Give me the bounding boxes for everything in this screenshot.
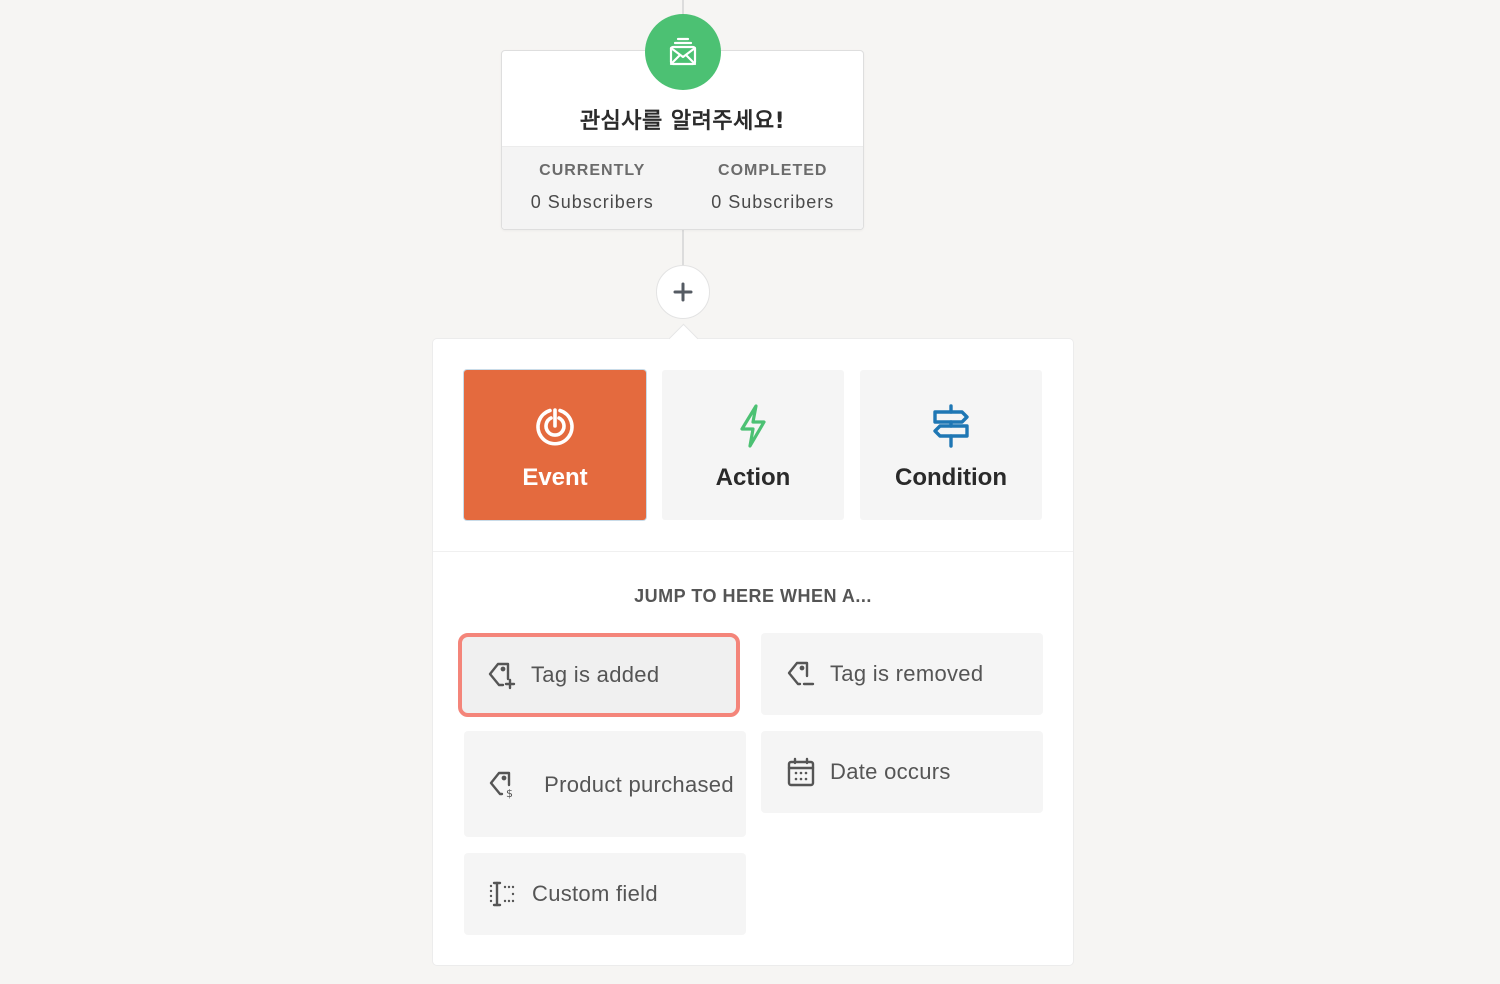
tab-label: Action	[715, 464, 791, 491]
option-tag-removed[interactable]: Tag is removed	[761, 633, 1043, 715]
option-label: Product purchased	[544, 771, 734, 797]
text-field-icon	[488, 879, 518, 909]
step-type-panel: Event Action Condition JUMP TO HERE WHEN…	[433, 339, 1073, 965]
panel-divider	[433, 551, 1073, 552]
stat-label: COMPLETED	[718, 162, 828, 179]
node-stats: CURRENTLY 0 Subscribers COMPLETED 0 Subs…	[502, 146, 863, 229]
plus-icon	[673, 282, 693, 302]
tag-add-icon	[487, 660, 517, 690]
tab-label: Event	[522, 464, 588, 491]
email-stack-icon	[645, 14, 721, 90]
signpost-icon	[931, 402, 971, 450]
tab-condition[interactable]: Condition	[860, 370, 1042, 520]
stat-value: 0 Subscribers	[711, 192, 835, 212]
tag-remove-icon	[786, 659, 816, 689]
tab-action[interactable]: Action	[662, 370, 844, 520]
jump-heading: JUMP TO HERE WHEN A...	[634, 586, 872, 606]
stat-completed: COMPLETED 0 Subscribers	[683, 147, 864, 229]
target-icon	[533, 402, 577, 450]
option-product-purchased[interactable]: $ Product purchased	[464, 731, 746, 837]
tag-dollar-icon: $	[488, 769, 518, 799]
tab-label: Condition	[895, 464, 1007, 491]
stat-label: CURRENTLY	[539, 162, 646, 179]
option-label: Date occurs	[830, 759, 951, 784]
svg-text:$: $	[506, 787, 513, 799]
option-label: Custom field	[532, 881, 658, 906]
lightning-icon	[736, 402, 770, 450]
option-date-occurs[interactable]: Date occurs	[761, 731, 1043, 813]
option-label: Tag is removed	[830, 661, 984, 686]
option-tag-added[interactable]: Tag is added	[458, 633, 740, 717]
node-title: 관심사를 알려주세요!	[579, 109, 786, 134]
option-custom-field[interactable]: Custom field	[464, 853, 746, 935]
option-label: Tag is added	[531, 662, 660, 687]
add-step-button[interactable]	[656, 265, 710, 319]
stat-value: 0 Subscribers	[530, 192, 654, 212]
calendar-icon	[786, 757, 816, 787]
connector-line-middle	[682, 230, 684, 266]
tab-event[interactable]: Event	[464, 370, 646, 520]
stat-currently: CURRENTLY 0 Subscribers	[502, 147, 683, 229]
